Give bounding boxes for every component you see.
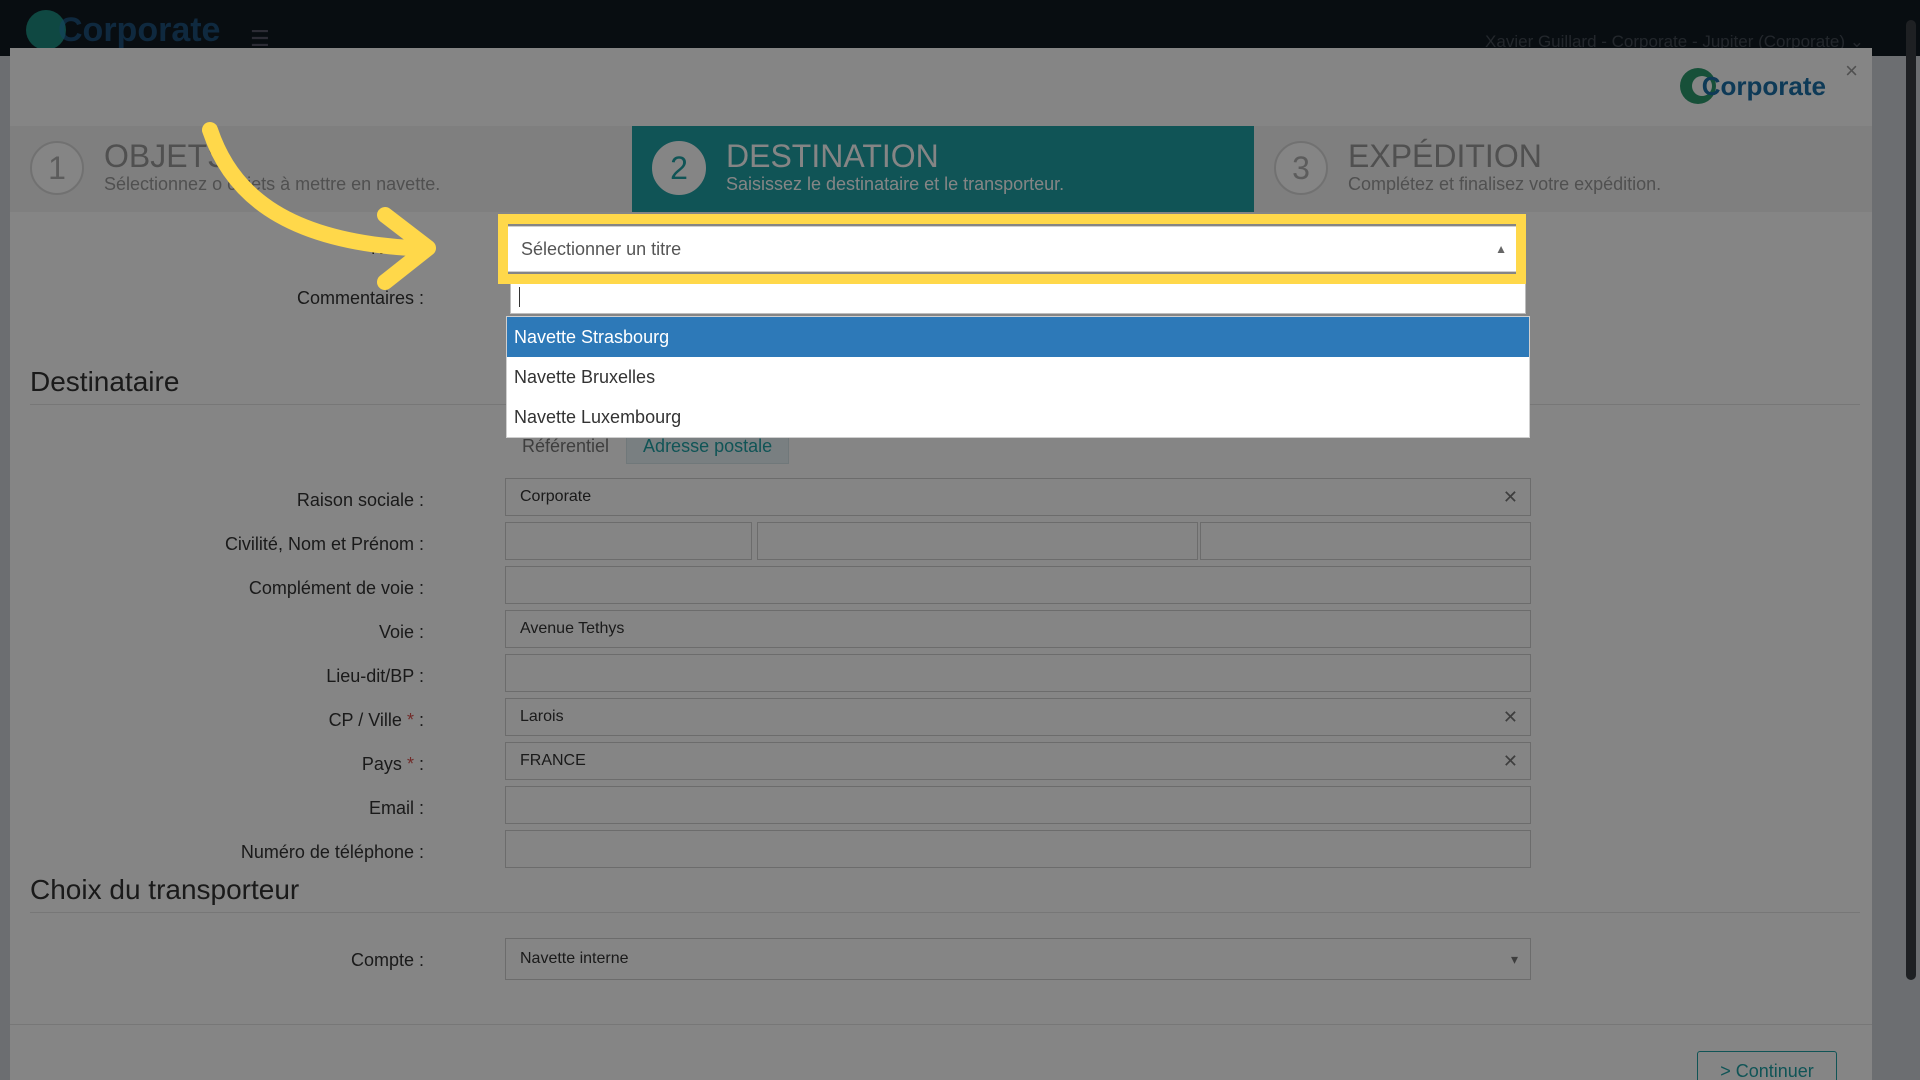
dropdown-options: Navette Strasbourg Navette Bruxelles Nav… (506, 316, 1530, 438)
dropdown-option[interactable]: Navette Luxembourg (507, 397, 1529, 437)
dropdown-search-input[interactable] (510, 280, 1526, 314)
text-cursor (519, 287, 520, 307)
dropdown-option[interactable]: Navette Bruxelles (507, 357, 1529, 397)
dropdown-option[interactable]: Navette Strasbourg (507, 317, 1529, 357)
highlight-box (498, 214, 1526, 284)
annotation-arrow-icon (202, 122, 436, 290)
